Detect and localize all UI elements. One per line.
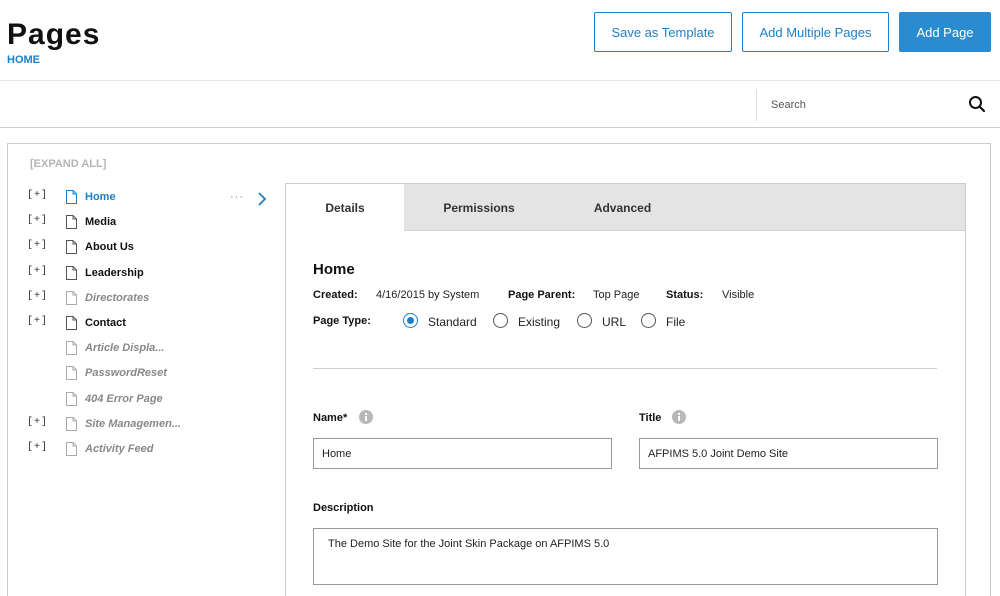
expand-toggle[interactable]: [+]: [27, 417, 48, 428]
created-value-wrap: 4/16/2015 by System: [376, 289, 479, 301]
tree-item-label[interactable]: About Us: [85, 241, 134, 253]
parent-value: Top Page: [593, 289, 640, 301]
tree-item-label[interactable]: PasswordReset: [85, 367, 167, 379]
page-type-file-label: File: [666, 315, 686, 329]
page-document-icon: [66, 290, 77, 305]
section-divider: [313, 368, 937, 369]
expand-all-link[interactable]: [EXPAND ALL]: [30, 158, 106, 170]
expand-toggle[interactable]: [+]: [27, 266, 48, 277]
created-meta: Created:: [313, 289, 358, 301]
page-document-icon: [66, 215, 77, 230]
page-type-url-label: URL: [602, 315, 627, 329]
page-type-standard-label: Standard: [428, 315, 477, 329]
search-bar: [0, 80, 1000, 128]
search-input[interactable]: [771, 93, 961, 117]
expand-toggle[interactable]: [+]: [27, 291, 48, 302]
expand-toggle[interactable]: [+]: [27, 442, 48, 453]
more-options-icon[interactable]: ···: [230, 191, 244, 203]
expand-toggle[interactable]: [+]: [27, 240, 48, 251]
tree-item-label[interactable]: Article Displa...: [85, 342, 164, 354]
chevron-right-icon[interactable]: [257, 192, 267, 206]
title-input[interactable]: [639, 438, 938, 469]
tree-item-label[interactable]: Directorates: [85, 292, 149, 304]
save-as-template-button[interactable]: Save as Template: [594, 12, 732, 52]
page-document-icon: [66, 190, 77, 204]
search-separator: [756, 89, 757, 121]
page-document-icon: [66, 416, 77, 431]
page-document-icon: [66, 366, 77, 381]
tree-item-label[interactable]: Leadership: [85, 267, 144, 279]
name-info-icon[interactable]: [359, 410, 373, 424]
page-document-icon: [66, 442, 77, 456]
expand-toggle[interactable]: [+]: [27, 316, 48, 327]
tree-item[interactable]: 404 Error Page: [0, 390, 280, 412]
tab-bar: Details Permissions Advanced: [286, 184, 965, 232]
expand-toggle[interactable]: [+]: [27, 215, 48, 226]
tree-item[interactable]: [+] Contact: [0, 314, 280, 336]
tree-item[interactable]: [+] About Us: [0, 238, 280, 260]
tree-item-label[interactable]: Site Managemen...: [85, 418, 181, 430]
tree-item[interactable]: Article Displa...: [0, 339, 280, 361]
page-document-icon: [66, 240, 77, 255]
details-title: Home: [313, 261, 355, 278]
page-type-existing-label: Existing: [518, 315, 561, 329]
page-type-standard-radio[interactable]: [403, 313, 418, 328]
tree-item[interactable]: [+] Home ···: [0, 188, 280, 210]
tree-item-label[interactable]: Activity Feed: [85, 443, 153, 455]
title-label: Title: [639, 412, 662, 424]
tree-item-label[interactable]: Home: [85, 191, 116, 203]
tree-item[interactable]: [+] Site Managemen...: [0, 415, 280, 437]
parent-value-wrap: Top Page: [593, 289, 639, 301]
page-document-icon: [66, 265, 77, 280]
tree-item-label[interactable]: Contact: [85, 317, 126, 329]
page-document-icon: [66, 341, 77, 356]
tree-item[interactable]: [+] Directorates: [0, 289, 280, 311]
parent-meta: Page Parent:: [508, 289, 575, 301]
add-page-button[interactable]: Add Page: [899, 12, 991, 52]
tree-item-label[interactable]: 404 Error Page: [85, 393, 163, 405]
created-value: 4/16/2015 by System: [376, 289, 480, 301]
page-type-label: Page Type:: [313, 315, 371, 327]
status-value: Visible: [722, 289, 755, 301]
page-document-icon: [66, 391, 77, 406]
status-label: Status:: [666, 289, 704, 301]
tree-item[interactable]: [+] Media: [0, 213, 280, 235]
status-meta: Status:: [666, 289, 703, 301]
breadcrumb[interactable]: HOME: [7, 54, 40, 66]
search-icon[interactable]: [968, 95, 986, 113]
description-label: Description: [313, 502, 374, 514]
page-title: Pages: [7, 18, 101, 51]
page-document-icon: [66, 316, 77, 330]
tab-advanced[interactable]: Advanced: [554, 184, 691, 231]
description-textarea[interactable]: The Demo Site for the Joint Skin Package…: [313, 528, 938, 585]
page-type-file-radio[interactable]: [641, 313, 656, 328]
title-info-icon[interactable]: [672, 410, 686, 424]
tab-permissions[interactable]: Permissions: [404, 184, 554, 231]
name-label: Name*: [313, 412, 348, 424]
detail-panel: Details Permissions Advanced Home Create…: [285, 183, 966, 596]
tree-item[interactable]: [+] Leadership: [0, 264, 280, 286]
tree-item-label[interactable]: Media: [85, 216, 116, 228]
tab-details[interactable]: Details: [286, 184, 404, 232]
add-multiple-pages-button[interactable]: Add Multiple Pages: [742, 12, 889, 52]
name-input[interactable]: [313, 438, 612, 469]
parent-label: Page Parent:: [508, 289, 576, 301]
status-value-wrap: Visible: [722, 289, 754, 301]
created-label: Created:: [313, 289, 358, 301]
page-type-url-radio[interactable]: [577, 313, 592, 328]
page-type-existing-radio[interactable]: [493, 313, 508, 328]
tree-item[interactable]: PasswordReset: [0, 364, 280, 386]
expand-toggle[interactable]: [+]: [27, 190, 48, 201]
tree-item[interactable]: [+] Activity Feed: [0, 440, 280, 462]
